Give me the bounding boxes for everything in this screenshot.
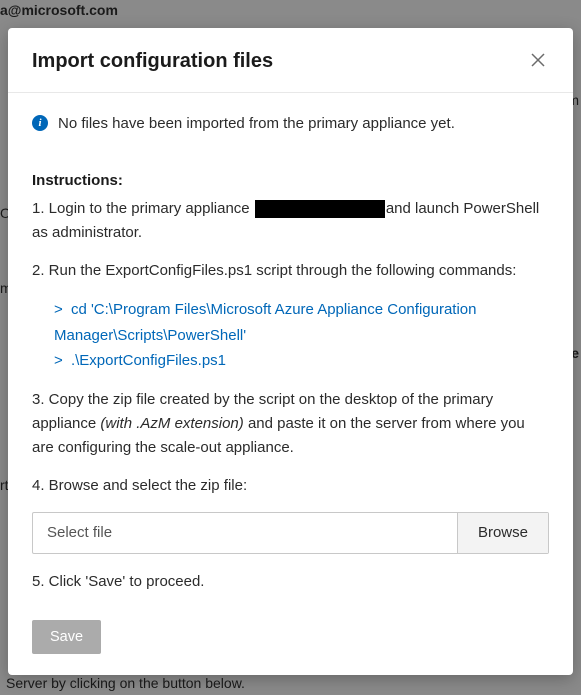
command-line-1: > cd 'C:\Program Files\Microsoft Azure A… — [54, 297, 549, 348]
step1-before: 1. Login to the primary appliance — [32, 200, 254, 217]
instruction-step-4: 4. Browse and select the zip file: — [32, 474, 549, 498]
step3-italic: (with .AzM extension) — [100, 415, 243, 432]
file-input[interactable] — [33, 513, 457, 553]
info-banner: i No files have been imported from the p… — [32, 113, 549, 134]
instruction-step-5: 5. Click 'Save' to proceed. — [32, 570, 549, 594]
browse-button[interactable]: Browse — [457, 513, 548, 553]
instruction-step-1: 1. Login to the primary appliance and la… — [32, 197, 549, 245]
modal-title: Import configuration files — [32, 50, 273, 73]
backdrop-bottom-text: Server by clicking on the button below. — [6, 675, 245, 691]
import-config-modal: Import configuration files i No files ha… — [8, 28, 573, 675]
close-button[interactable] — [527, 48, 549, 74]
info-icon: i — [32, 115, 48, 131]
backdrop-email: a@microsoft.com — [0, 2, 118, 18]
cmd-prefix: > — [54, 348, 63, 374]
modal-header: Import configuration files — [8, 28, 573, 93]
cmd1-text: cd 'C:\Program Files\Microsoft Azure App… — [54, 301, 476, 344]
instruction-step-2: 2. Run the ExportConfigFiles.ps1 script … — [32, 259, 549, 283]
instructions-heading: Instructions: — [32, 172, 549, 189]
redacted-block — [255, 200, 385, 218]
info-text: No files have been imported from the pri… — [58, 113, 455, 134]
modal-body: i No files have been imported from the p… — [8, 93, 573, 675]
command-line-2: > .\ExportConfigFiles.ps1 — [54, 348, 549, 374]
instruction-step-3: 3. Copy the zip file created by the scri… — [32, 388, 549, 460]
close-icon — [531, 53, 545, 67]
save-button[interactable]: Save — [32, 620, 101, 654]
command-block: > cd 'C:\Program Files\Microsoft Azure A… — [54, 297, 549, 374]
cmd-prefix: > — [54, 297, 63, 323]
file-select-row: Browse — [32, 512, 549, 554]
cmd2-text: .\ExportConfigFiles.ps1 — [71, 352, 226, 369]
